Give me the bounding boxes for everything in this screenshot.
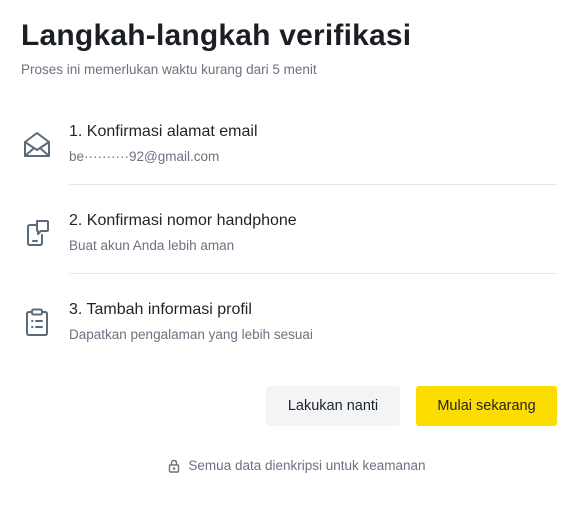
divider (69, 273, 557, 274)
step-confirm-phone[interactable]: 2. Konfirmasi nomor handphone Buat akun … (0, 189, 584, 278)
clipboard-icon (21, 306, 53, 338)
encryption-note: Semua data dienkripsi untuk keamanan (0, 458, 584, 473)
lock-icon (168, 459, 180, 473)
start-now-button[interactable]: Mulai sekarang (416, 386, 557, 426)
step-description: be··········92@gmail.com (69, 149, 220, 164)
step-description: Dapatkan pengalaman yang lebih sesuai (69, 327, 313, 342)
envelope-icon (21, 129, 53, 161)
step-confirm-email[interactable]: 1. Konfirmasi alamat email be··········9… (0, 100, 584, 189)
encryption-note-text: Semua data dienkripsi untuk keamanan (188, 458, 426, 473)
page-subtitle: Proses ini memerlukan waktu kurang dari … (21, 62, 317, 77)
step-label: 3. Tambah informasi profil (69, 301, 252, 318)
phone-icon (21, 217, 53, 249)
step-description: Buat akun Anda lebih aman (69, 238, 235, 253)
divider (69, 184, 557, 185)
step-label: 1. Konfirmasi alamat email (69, 123, 258, 140)
verification-dialog: Langkah-langkah verifikasi Proses ini me… (0, 0, 584, 506)
do-later-button[interactable]: Lakukan nanti (266, 386, 400, 426)
page-title: Langkah-langkah verifikasi (21, 19, 412, 52)
step-add-profile-info[interactable]: 3. Tambah informasi profil Dapatkan peng… (0, 278, 584, 367)
step-label: 2. Konfirmasi nomor handphone (69, 212, 297, 229)
